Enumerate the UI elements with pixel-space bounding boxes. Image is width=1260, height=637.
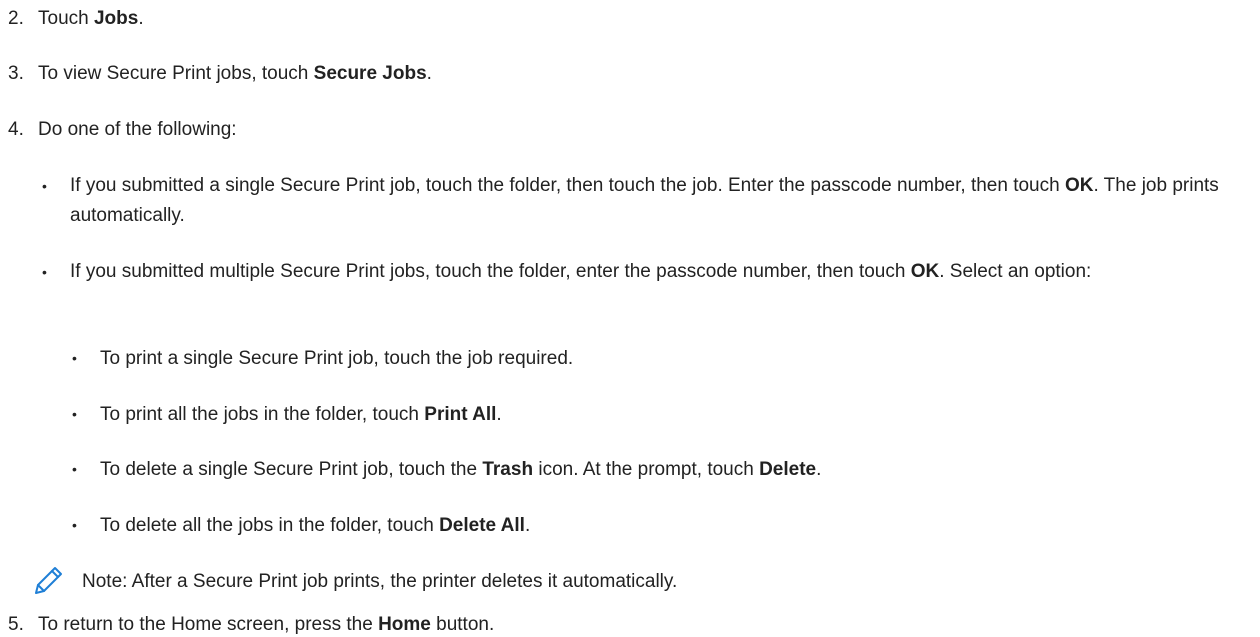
- ui-term-secure-jobs: Secure Jobs: [313, 63, 427, 84]
- sub-option-delete-single: • To delete a single Secure Print job, t…: [72, 459, 822, 480]
- ui-term-delete-all: Delete All: [439, 515, 525, 536]
- step-5: 5. To return to the Home screen, press t…: [8, 614, 495, 635]
- bullet: •: [42, 264, 47, 280]
- step-number: 2.: [8, 8, 24, 29]
- sub-option-print-single: • To print a single Secure Print job, to…: [72, 348, 574, 369]
- bullet: •: [72, 461, 77, 477]
- step-2: 2. Touch Jobs.: [8, 8, 144, 29]
- pencil-icon: [35, 567, 62, 594]
- option-multiple-jobs: • If you submitted multiple Secure Print…: [40, 260, 1255, 287]
- step-3: 3. To view Secure Print jobs, touch Secu…: [8, 63, 432, 84]
- bullet: •: [72, 517, 77, 533]
- ui-term-delete: Delete: [759, 459, 817, 480]
- ui-term-jobs: Jobs: [93, 8, 139, 29]
- note: Note: After a Secure Print job prints, t…: [30, 567, 1250, 594]
- bullet: •: [72, 350, 77, 366]
- note-text: Note: After a Secure Print job prints, t…: [82, 571, 678, 592]
- option-single-job: • If you submitted a single Secure Print…: [42, 175, 1219, 226]
- sub-option-delete-all: • To delete all the jobs in the folder, …: [72, 515, 531, 536]
- ui-term-trash: Trash: [482, 459, 534, 480]
- ui-term-ok: OK: [1064, 175, 1094, 196]
- step-number: 5.: [8, 614, 24, 635]
- step-number: 4.: [8, 119, 24, 140]
- sub-option-print-all: • To print all the jobs in the folder, t…: [72, 404, 502, 425]
- bullet: •: [72, 406, 77, 422]
- step-4: 4. Do one of the following:: [8, 119, 237, 140]
- bullet: •: [42, 178, 47, 194]
- ui-term-print-all: Print All: [424, 404, 497, 425]
- ui-term-ok: OK: [910, 261, 940, 282]
- step-number: 3.: [8, 63, 24, 84]
- ui-term-home: Home: [378, 614, 431, 635]
